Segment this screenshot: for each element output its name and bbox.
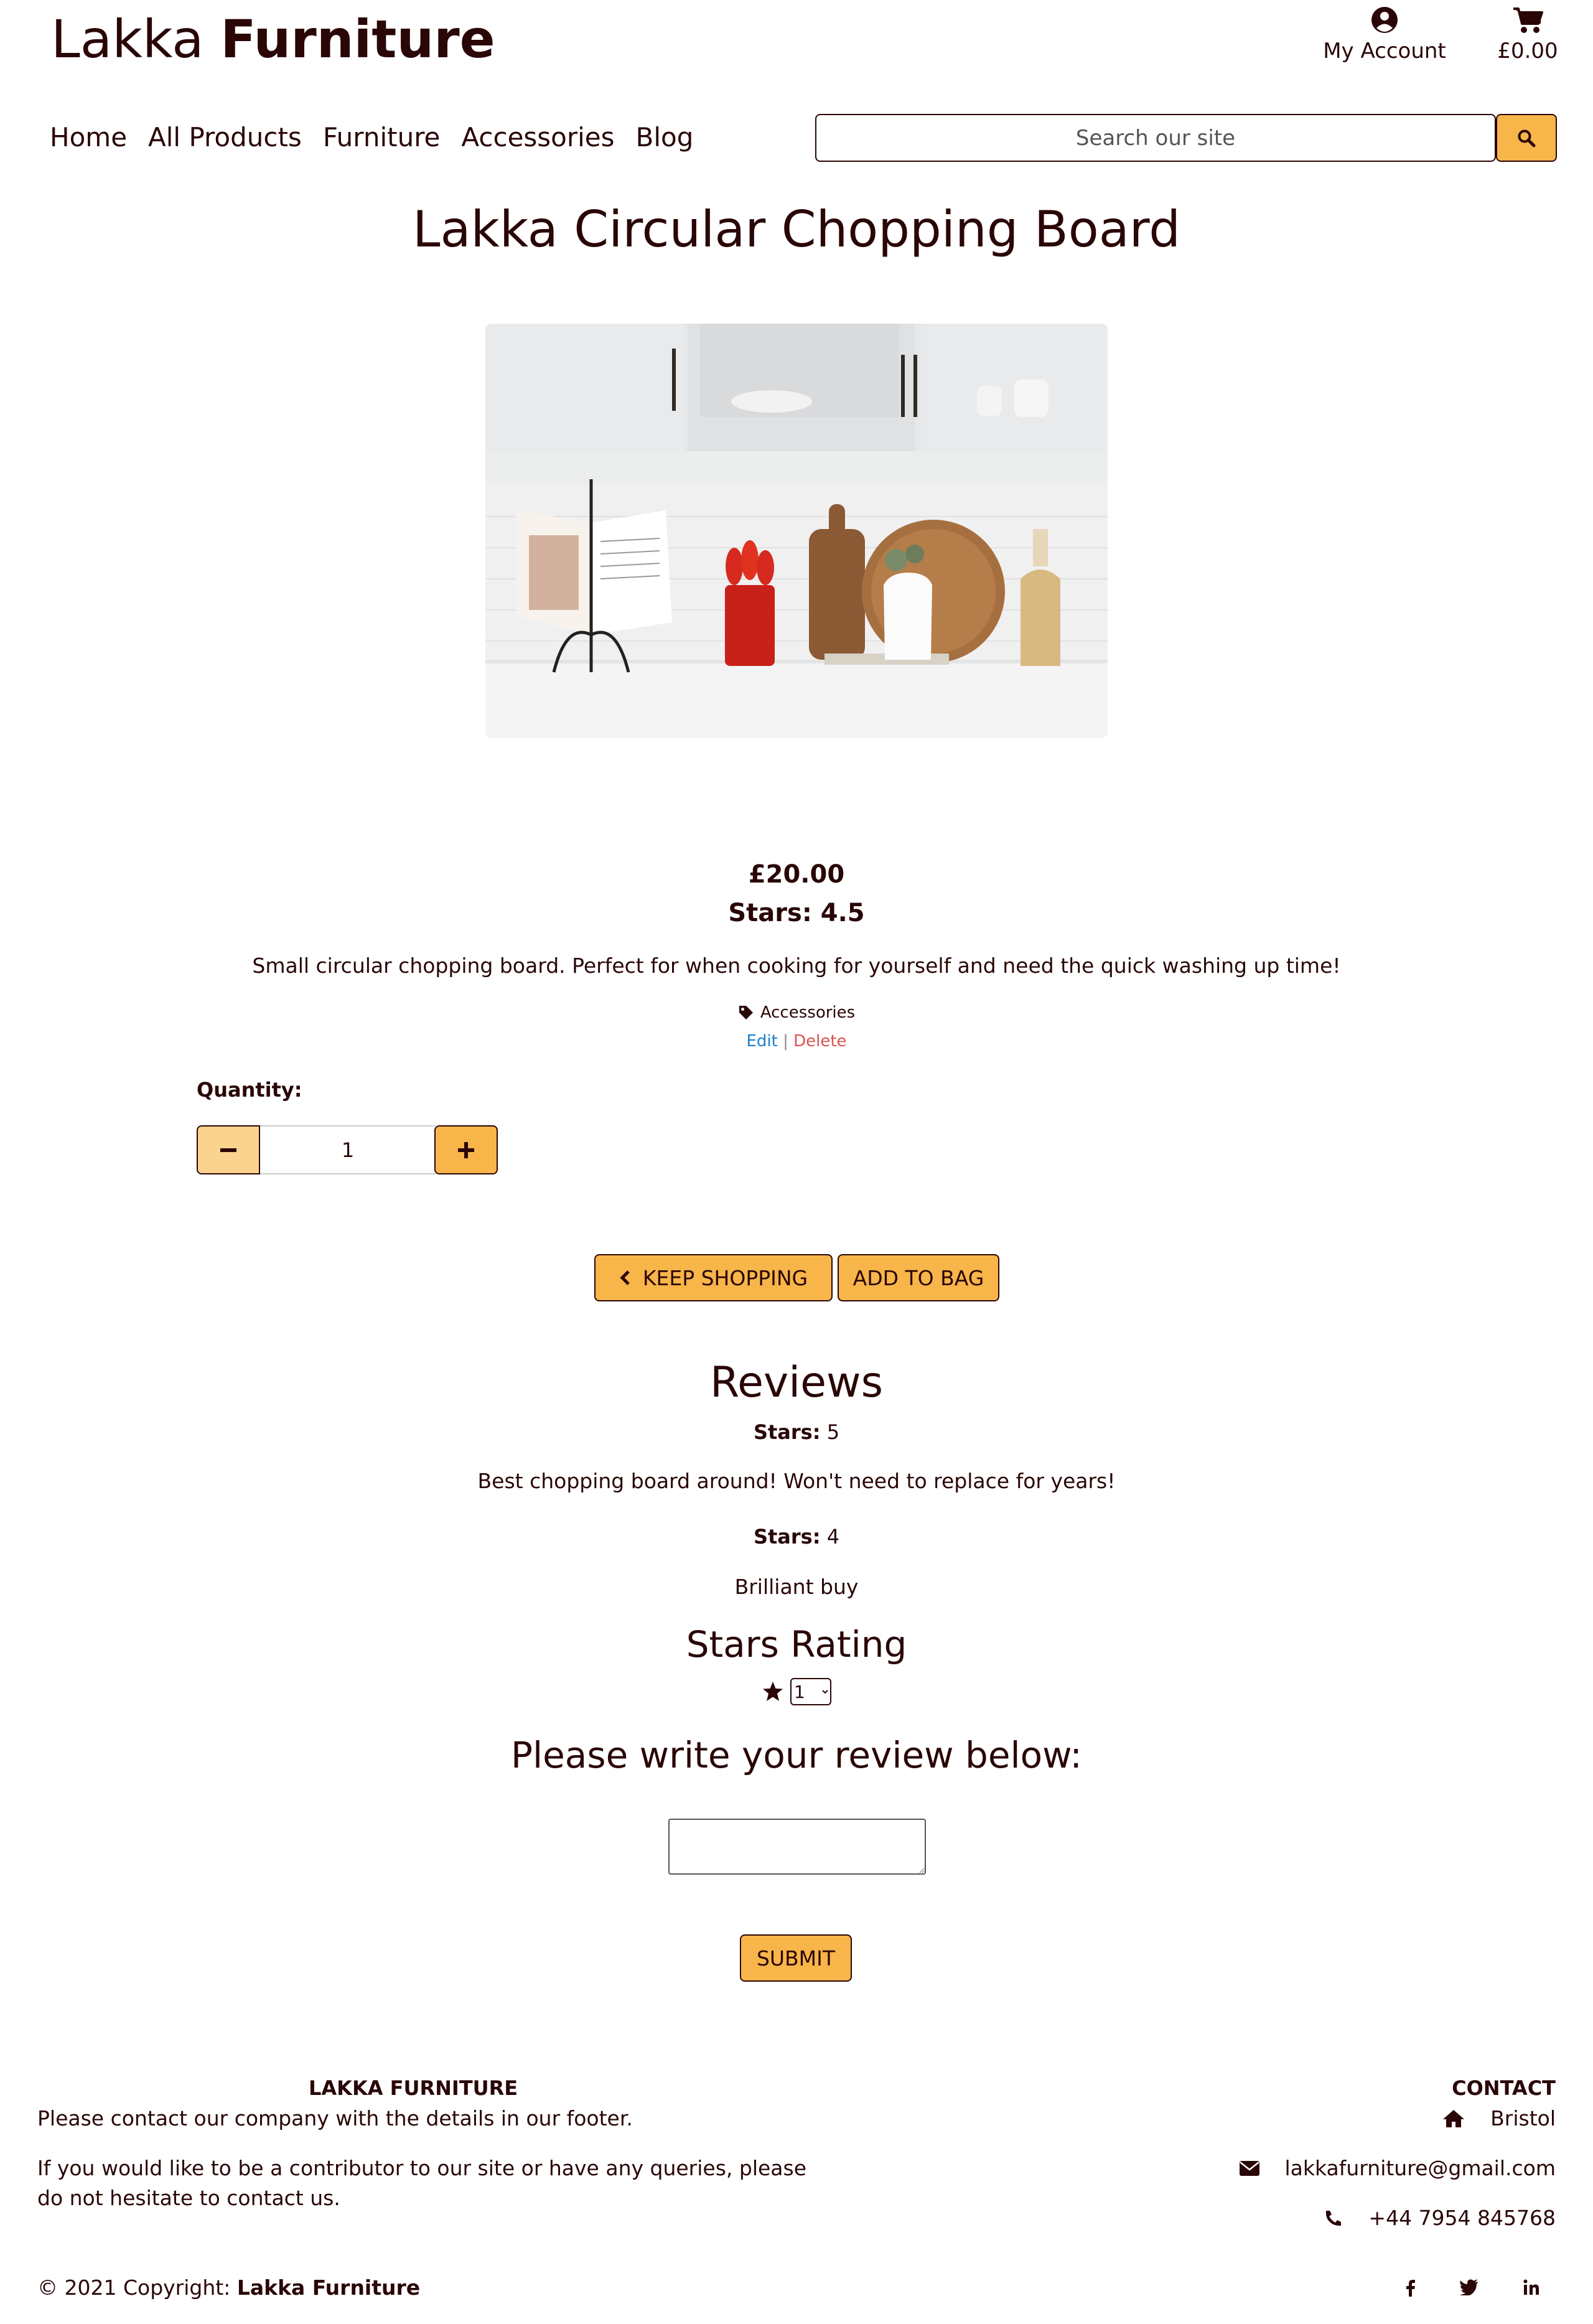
rating-row: 1: [0, 1678, 1593, 1705]
search-input[interactable]: [815, 114, 1496, 162]
review-stars-value: 5: [826, 1420, 840, 1444]
nav-furniture[interactable]: Furniture: [323, 122, 441, 152]
review-stars-label: Stars:: [753, 1420, 821, 1444]
home-icon: [1443, 2109, 1465, 2127]
contact-location-text: Bristol: [1490, 2106, 1556, 2130]
review-text: Best chopping board around! Won't need t…: [477, 1469, 1116, 1493]
nav-blog[interactable]: Blog: [636, 122, 694, 152]
envelope-icon: [1239, 2160, 1259, 2176]
write-review-heading: Please write your review below:: [511, 1734, 1082, 1776]
delete-link[interactable]: Delete: [793, 1032, 846, 1051]
linkedin-icon: [1523, 2279, 1539, 2295]
review-stars-label: Stars:: [753, 1525, 821, 1549]
product-image: [485, 324, 1108, 738]
my-account-label: My Account: [1323, 39, 1446, 63]
quantity-label: Quantity:: [197, 1078, 302, 1102]
review-stars: Stars: 4: [0, 1525, 1593, 1549]
contact-phone[interactable]: +44 7954 845768: [1324, 2206, 1556, 2230]
logo-light-text: Lakka: [51, 9, 221, 70]
stars-rating-heading: Stars Rating: [686, 1623, 907, 1666]
contact-email-text: lakkafurniture@gmail.com: [1284, 2156, 1556, 2180]
add-to-bag-button[interactable]: ADD TO BAG: [838, 1254, 999, 1301]
product-stars: Stars: 4.5: [728, 899, 865, 927]
logo-bold-text: Furniture: [220, 9, 495, 70]
contact-phone-text: +44 7954 845768: [1368, 2206, 1556, 2230]
chevron-left-icon: [620, 1270, 630, 1285]
nav-home[interactable]: Home: [50, 122, 127, 152]
footer-contact-heading: CONTACT: [1452, 2076, 1556, 2100]
review-stars: Stars: 5: [0, 1420, 1593, 1444]
user-circle-icon: [1371, 7, 1398, 33]
search-icon: [1518, 129, 1536, 147]
add-to-bag-label: ADD TO BAG: [853, 1265, 984, 1290]
category-label: Accessories: [760, 1003, 856, 1022]
admin-separator: |: [783, 1032, 788, 1051]
cart-total: £0.00: [1497, 39, 1558, 63]
submit-button[interactable]: SUBMIT: [740, 1934, 852, 1982]
submit-label: SUBMIT: [756, 1946, 836, 1970]
shopping-cart-icon: [1513, 7, 1543, 33]
star-icon: [763, 1682, 783, 1701]
keep-shopping-label: KEEP SHOPPING: [642, 1265, 808, 1290]
review-stars-value: 4: [826, 1525, 840, 1549]
quantity-increment-button[interactable]: [434, 1125, 498, 1174]
product-category[interactable]: Accessories: [0, 1003, 1593, 1022]
minus-icon: [220, 1148, 236, 1152]
facebook-icon: [1406, 2280, 1415, 2297]
edit-link[interactable]: Edit: [746, 1032, 777, 1051]
product-description: Small circular chopping board. Perfect f…: [252, 953, 1341, 978]
quantity-input[interactable]: [260, 1125, 436, 1174]
copyright-brand: Lakka Furniture: [236, 2275, 421, 2300]
phone-icon: [1326, 2210, 1342, 2226]
cart-link[interactable]: £0.00: [1490, 6, 1565, 63]
facebook-link[interactable]: [1404, 2279, 1416, 2299]
reviews-heading: Reviews: [709, 1358, 884, 1407]
product-title: Lakka Circular Chopping Board: [412, 200, 1181, 258]
admin-links: Edit | Delete: [0, 1032, 1593, 1051]
footer-about-line2: If you would like to be a contributor to…: [37, 2156, 807, 2210]
tag-icon: [739, 1006, 753, 1019]
quantity-decrement-button[interactable]: [197, 1125, 260, 1174]
plus-icon: [458, 1141, 474, 1158]
my-account-link[interactable]: My Account: [1316, 6, 1453, 63]
site-logo[interactable]: Lakka Furniture: [51, 9, 495, 70]
keep-shopping-button[interactable]: KEEP SHOPPING: [594, 1254, 833, 1301]
product-price: £20.00: [748, 860, 845, 889]
contact-location: Bristol: [1442, 2106, 1556, 2130]
contact-email[interactable]: lakkafurniture@gmail.com: [1239, 2156, 1556, 2180]
footer-about-line1: Please contact our company with the deta…: [37, 2106, 633, 2130]
main-nav: Home All Products Furniture Accessories …: [50, 122, 693, 152]
nav-accessories[interactable]: Accessories: [461, 122, 614, 152]
rating-select[interactable]: 1: [790, 1678, 831, 1705]
copyright: © 2021 Copyright: Lakka Furniture: [37, 2275, 420, 2300]
review-text: Brilliant buy: [734, 1575, 859, 1599]
search-button[interactable]: [1496, 114, 1557, 162]
copyright-prefix: © 2021 Copyright:: [37, 2275, 237, 2300]
twitter-icon: [1460, 2279, 1478, 2297]
footer-about-heading: LAKKA FURNITURE: [309, 2076, 518, 2100]
twitter-link[interactable]: [1460, 2279, 1479, 2298]
linkedin-link[interactable]: [1523, 2279, 1539, 2298]
review-textarea[interactable]: [668, 1819, 926, 1875]
nav-all-products[interactable]: All Products: [148, 122, 302, 152]
